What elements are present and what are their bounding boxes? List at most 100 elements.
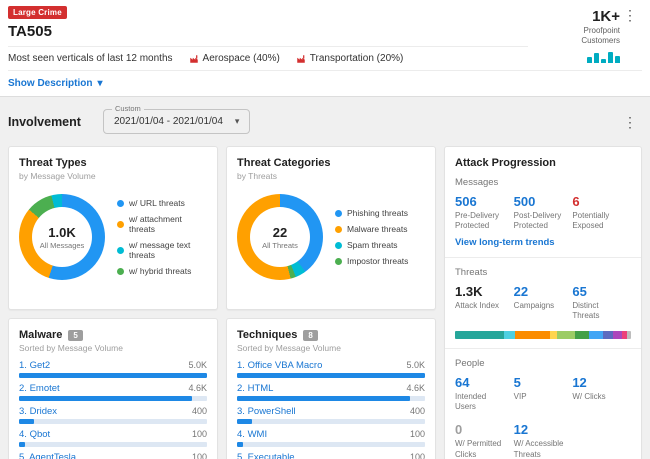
technique-value: 400 <box>410 406 425 416</box>
malware-row: 3. Dridex 400 <box>19 406 207 424</box>
stat-value: 1.3K <box>455 284 508 299</box>
messages-trends-link[interactable]: View long-term trends <box>455 237 555 248</box>
techniques-card: Techniques 8 Sorted by Message Volume 1.… <box>226 318 436 459</box>
threat-categories-card: Threat Categories by Threats 22 All Thre… <box>226 146 436 310</box>
technique-link[interactable]: 1. Office VBA Macro <box>237 360 322 371</box>
date-range-picker[interactable]: Custom 2021/01/04 - 2021/01/04 ▾ <box>103 109 251 134</box>
malware-row: 5. AgentTesla100 <box>19 452 207 459</box>
verticals-row: Most seen verticals of last 12 months Ae… <box>8 46 528 70</box>
malware-value: 100 <box>192 429 207 439</box>
threat-types-card: Threat Types by Message Volume 1.0K All … <box>8 146 218 310</box>
show-description-label: Show Description <box>8 78 92 89</box>
stat-value: 506 <box>455 194 508 209</box>
stat-potentially-exposed: 6 Potentially Exposed <box>572 194 631 232</box>
card-title: Threat Categories <box>237 157 425 169</box>
card-subtitle: by Threats <box>237 171 425 181</box>
threat-types-chart-area: 1.0K All Messages w/ URL threats w/ atta… <box>19 194 207 280</box>
legend-item: w/ attachment threats <box>117 214 207 234</box>
card-title: Attack Progression <box>455 157 631 169</box>
show-description-row: Show Description ▾ <box>8 70 642 96</box>
divider <box>445 348 641 349</box>
techniques-count-badge: 8 <box>303 330 317 341</box>
stat-value: 22 <box>514 284 567 299</box>
malware-link[interactable]: 5. AgentTesla <box>19 452 76 459</box>
involvement-title: Involvement <box>8 115 81 129</box>
technique-value: 4.6K <box>406 383 425 393</box>
legend-dot <box>335 226 342 233</box>
customers-sparkline-chart <box>556 51 620 63</box>
malware-row: 2. Emotet 4.6K <box>19 383 207 401</box>
legend-item: w/ hybrid threats <box>117 266 207 276</box>
threat-mix-stacked-bar <box>455 331 631 339</box>
donut-label: All Threats <box>262 241 298 250</box>
stat-value: 12 <box>514 422 567 437</box>
legend-label: w/ hybrid threats <box>129 266 191 276</box>
legend-label: Spam threats <box>347 240 398 250</box>
stat-label: Campaigns <box>514 301 567 311</box>
stat-campaigns: 22 Campaigns <box>514 284 573 322</box>
stat-vip: 5 VIP <box>514 375 573 413</box>
technique-link[interactable]: 4. WMI <box>237 429 267 440</box>
technique-bar <box>237 419 425 424</box>
stat-distinct-threats: 65 Distinct Threats <box>572 284 631 322</box>
legend-dot <box>117 221 124 228</box>
stat-value: 0 <box>455 422 508 437</box>
malware-link[interactable]: 4. Qbot <box>19 429 50 440</box>
industry-icon <box>189 54 199 64</box>
malware-link[interactable]: 1. Get2 <box>19 360 50 371</box>
header-kebab-menu-icon[interactable]: ⋮ <box>618 8 642 22</box>
threat-types-legend: w/ URL threats w/ attachment threats w/ … <box>117 198 207 276</box>
donut-label: All Messages <box>40 241 85 250</box>
technique-bar <box>237 442 425 447</box>
legend-dot <box>117 268 124 275</box>
technique-value: 100 <box>410 429 425 439</box>
legend-label: w/ message text threats <box>129 240 207 260</box>
people-stats: 64 Intended Users 5 VIP 12 W/ Clicks 0 W… <box>455 375 631 459</box>
industry-icon <box>296 54 306 64</box>
threat-categories-legend: Phishing threats Malware threats Spam th… <box>335 208 408 266</box>
technique-link[interactable]: 5. Executable <box>237 452 295 459</box>
header: Large Crime TA505 1K+ Proofpoint Custome… <box>0 0 650 97</box>
dropdown-caret-icon: ▾ <box>235 116 240 127</box>
date-range-value: 2021/01/04 - 2021/01/04 <box>114 116 223 127</box>
malware-link[interactable]: 2. Emotet <box>19 383 60 394</box>
legend-dot <box>335 258 342 265</box>
stat-accessible-threats: 12 W/ Accessible Threats <box>514 422 573 459</box>
verticals-label: Most seen verticals of last 12 months <box>8 53 173 64</box>
legend-label: Phishing threats <box>347 208 408 218</box>
card-title: Threat Types <box>19 157 207 169</box>
card-subtitle: Sorted by Message Volume <box>19 343 207 353</box>
stat-label: Post-Delivery Protected <box>514 211 567 232</box>
stat-value: 12 <box>572 375 625 390</box>
threats-section-label: Threats <box>455 267 631 278</box>
stat-post-delivery: 500 Post-Delivery Protected <box>514 194 573 232</box>
malware-row: 1. Get25.0K <box>19 360 207 378</box>
stat-intended-users: 64 Intended Users <box>455 375 514 413</box>
threat-actor-dashboard: Large Crime TA505 1K+ Proofpoint Custome… <box>0 0 650 459</box>
malware-bar <box>19 442 207 447</box>
stat-label: Attack Index <box>455 301 508 311</box>
technique-link[interactable]: 3. PowerShell <box>237 406 296 417</box>
show-description-toggle[interactable]: Show Description ▾ <box>8 78 102 89</box>
stat-value: 6 <box>572 194 625 209</box>
technique-row: 3. PowerShell 400 <box>237 406 425 424</box>
legend-dot <box>335 242 342 249</box>
malware-value: 400 <box>192 406 207 416</box>
vertical-label: Transportation (20%) <box>310 53 404 64</box>
card-title: Techniques <box>237 329 297 341</box>
threat-types-donut-chart: 1.0K All Messages <box>19 194 105 280</box>
malware-bar-list: 1. Get25.0K 2. Emotet 4.6K 3. Dridex 400 4… <box>19 360 207 459</box>
actor-category-badge: Large Crime <box>8 6 67 19</box>
involvement-kebab-menu-icon[interactable]: ⋮ <box>618 115 642 129</box>
malware-value: 4.6K <box>188 383 207 393</box>
attack-progression-card: Attack Progression Messages 506 Pre-Deli… <box>444 146 642 459</box>
technique-row: 2. HTML 4.6K <box>237 383 425 401</box>
malware-link[interactable]: 3. Dridex <box>19 406 57 417</box>
stat-pre-delivery: 506 Pre-Delivery Protected <box>455 194 514 232</box>
column-left: Threat Types by Message Volume 1.0K All … <box>8 146 218 459</box>
donut-center: 1.0K All Messages <box>19 194 105 280</box>
technique-link[interactable]: 2. HTML <box>237 383 273 394</box>
divider <box>445 257 641 258</box>
legend-item: w/ URL threats <box>117 198 207 208</box>
malware-card: Malware 5 Sorted by Message Volume 1. Ge… <box>8 318 218 459</box>
